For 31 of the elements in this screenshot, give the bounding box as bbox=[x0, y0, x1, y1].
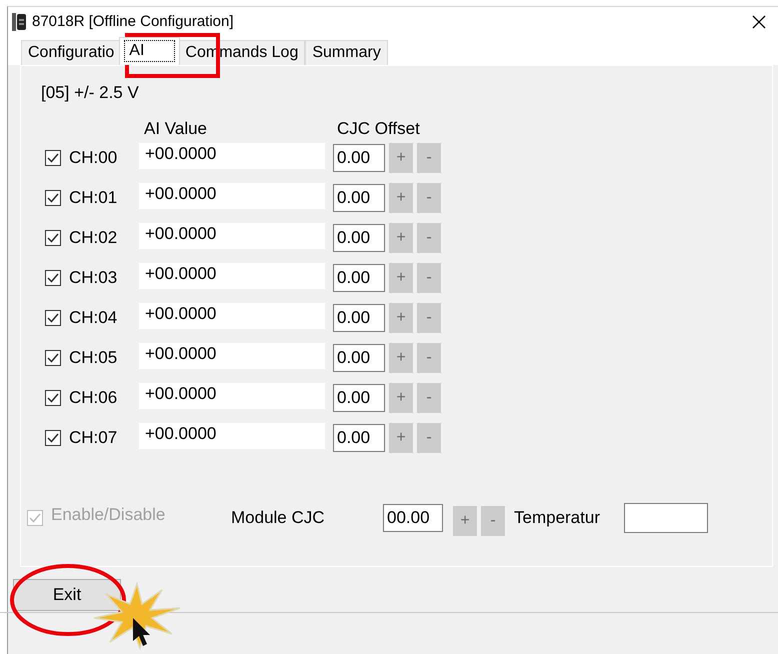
value-field: +00.0000 bbox=[139, 342, 325, 368]
app-icon bbox=[12, 13, 26, 31]
channel-label: CH:00 bbox=[69, 146, 118, 169]
value-field: +00.0000 bbox=[139, 142, 325, 168]
value-field: +00.0000 bbox=[139, 182, 325, 208]
range-label: [05] +/- 2.5 V bbox=[41, 82, 140, 104]
channel-label: CH:05 bbox=[69, 346, 118, 369]
channel-label: CH:06 bbox=[69, 386, 118, 409]
channel-label: CH:04 bbox=[69, 306, 118, 329]
column-header: AI Value bbox=[144, 118, 208, 138]
window-title: 87018R [Offline Configuration] bbox=[32, 12, 234, 32]
value-field: +00.0000 bbox=[139, 382, 325, 408]
value-field: +00.0000 bbox=[139, 422, 325, 448]
checkbox-label: Enable/Disable bbox=[51, 504, 166, 526]
cursor-icon bbox=[132, 617, 150, 647]
tab[interactable]: Configuratio bbox=[21, 40, 122, 65]
temperature-label: Temperatur bbox=[514, 506, 601, 529]
channel-label: CH:01 bbox=[69, 186, 118, 209]
channel-label: CH:03 bbox=[69, 266, 118, 289]
close-icon[interactable] bbox=[752, 15, 766, 29]
exit-button[interactable]: Exit bbox=[13, 579, 121, 611]
module-cjc-label: Module CJC bbox=[231, 506, 326, 529]
value-field: +00.0000 bbox=[139, 302, 325, 328]
channel-label: CH:07 bbox=[69, 426, 118, 449]
column-header: CJC Offset bbox=[337, 118, 420, 138]
temperature-field[interactable] bbox=[624, 502, 708, 532]
value-field: +00.0000 bbox=[139, 262, 325, 288]
tab[interactable]: AI bbox=[119, 37, 180, 65]
value-field: +00.0000 bbox=[139, 222, 325, 248]
channel-label: CH:02 bbox=[69, 226, 118, 249]
tab[interactable]: Summary bbox=[305, 40, 388, 65]
